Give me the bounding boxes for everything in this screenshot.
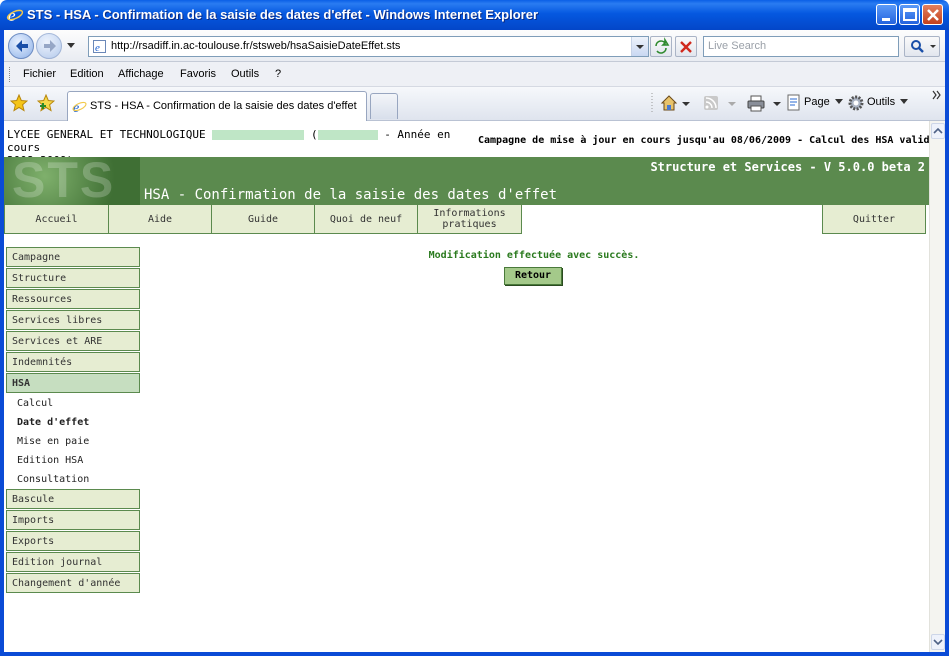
sidebar-subitem-mise-en-paie[interactable]: Mise en paie	[17, 436, 89, 447]
nav-accueil[interactable]: Accueil	[4, 205, 109, 234]
sidebar-item-services-libres[interactable]: Services libres	[6, 310, 140, 330]
sidebar-item-campagne[interactable]: Campagne	[6, 247, 140, 267]
menu-edit[interactable]: Edition	[70, 68, 104, 80]
page-icon: e	[93, 40, 106, 54]
toolbar-separator	[651, 93, 653, 113]
refresh-icon	[655, 37, 670, 54]
vertical-scrollbar[interactable]	[929, 121, 945, 652]
sidebar-item-hsa[interactable]: HSA	[6, 373, 140, 393]
page-icon[interactable]	[785, 94, 803, 112]
sidebar-item-structure[interactable]: Structure	[6, 268, 140, 288]
sidebar-subitem-consultation[interactable]: Consultation	[17, 474, 89, 485]
sidebar-item-services-et-are[interactable]: Services et ARE	[6, 331, 140, 351]
nav-quoi-de-neuf[interactable]: Quoi de neuf	[314, 205, 418, 234]
address-dropdown-button[interactable]	[631, 37, 648, 56]
school-paren: (	[310, 128, 318, 141]
chevron-up-icon	[933, 127, 943, 134]
page-viewport: LYCEE GENERAL ET TECHNOLOGIQUE ( - Année…	[4, 121, 929, 652]
window-title: STS - HSA - Confirmation de la saisie de…	[27, 7, 539, 22]
window-frame-right	[945, 30, 949, 656]
address-field[interactable]: e http://rsadiff.in.ac-toulouse.fr/stswe…	[88, 36, 649, 57]
search-button[interactable]	[904, 36, 940, 57]
close-button[interactable]	[922, 4, 943, 25]
sidebar-subitem-calcul[interactable]: Calcul	[17, 398, 53, 409]
sidebar-item-exports[interactable]: Exports	[6, 531, 140, 551]
history-dropdown-icon[interactable]	[66, 42, 76, 50]
add-favorite-icon[interactable]	[37, 94, 55, 112]
page-title: HSA - Confirmation de la saisie des date…	[144, 187, 558, 203]
tab-bar: e STS - HSA - Confirmation de la saisie …	[4, 87, 945, 121]
scroll-up-button[interactable]	[931, 123, 945, 139]
favorites-star-icon[interactable]	[10, 94, 28, 112]
header-banner: STS Structure et Services - V 5.0.0 beta…	[4, 157, 929, 205]
gear-icon[interactable]	[847, 94, 865, 112]
sts-logo-text: STS	[12, 157, 116, 205]
minimize-button[interactable]	[876, 4, 897, 25]
page-menu-chevron-icon[interactable]	[835, 99, 843, 105]
feeds-icon[interactable]	[702, 94, 738, 112]
address-url: http://rsadiff.in.ac-toulouse.fr/stsweb/…	[111, 40, 401, 52]
retour-button[interactable]: Retour	[504, 267, 562, 285]
sidebar-subitem-date-effet[interactable]: Date d'effet	[17, 417, 89, 428]
home-icon[interactable]	[660, 94, 692, 112]
window-frame-bottom	[0, 652, 949, 656]
menu-help[interactable]: ?	[275, 68, 281, 80]
campaign-status: Campagne de mise à jour en cours jusqu'a…	[478, 135, 929, 146]
address-toolbar: e http://rsadiff.in.ac-toulouse.fr/stswe…	[4, 30, 945, 62]
stop-button[interactable]	[675, 36, 697, 57]
menu-favorites[interactable]: Favoris	[180, 68, 216, 80]
redacted-school-name	[212, 130, 305, 140]
sidebar-item-imports[interactable]: Imports	[6, 510, 140, 530]
print-icon[interactable]	[747, 94, 783, 112]
nav-informations-pratiques[interactable]: Informations pratiques	[417, 205, 522, 234]
school-type: LYCEE GENERAL ET TECHNOLOGIQUE	[7, 128, 206, 141]
scroll-down-button[interactable]	[931, 634, 945, 650]
menu-tools[interactable]: Outils	[231, 68, 259, 80]
chevron-down-icon	[933, 639, 943, 646]
refresh-button[interactable]	[650, 36, 672, 57]
app-version: Structure et Services - V 5.0.0 beta 2	[650, 160, 925, 174]
nav-aide[interactable]: Aide	[108, 205, 212, 234]
page-menu-label[interactable]: Page	[804, 96, 830, 108]
new-tab-button[interactable]	[370, 93, 398, 119]
back-arrow-icon	[16, 40, 28, 52]
sidebar-item-edition-journal[interactable]: Edition journal	[6, 552, 140, 572]
sidebar-item-changement-annee[interactable]: Changement d'année	[6, 573, 140, 593]
ie-page-icon: e	[72, 101, 87, 114]
search-icon	[911, 40, 936, 53]
menu-grip	[9, 67, 11, 82]
forward-arrow-icon	[44, 40, 56, 52]
menu-file[interactable]: Fichier	[23, 68, 56, 80]
back-button[interactable]	[8, 33, 34, 59]
sidebar-item-indemnites[interactable]: Indemnités	[6, 352, 140, 372]
stop-icon	[680, 41, 692, 53]
chevron-down-icon	[636, 45, 644, 49]
menu-view[interactable]: Affichage	[118, 68, 164, 80]
forward-button[interactable]	[36, 33, 62, 59]
tools-menu-label[interactable]: Outils	[867, 96, 895, 108]
sidebar-subitem-edition-hsa[interactable]: Edition HSA	[17, 455, 83, 466]
nav-quitter[interactable]: Quitter	[822, 205, 926, 234]
redacted-uai	[317, 130, 378, 140]
svg-text:e: e	[95, 42, 100, 54]
tools-menu-chevron-icon[interactable]	[900, 99, 908, 105]
tab-title: STS - HSA - Confirmation de la saisie de…	[90, 100, 357, 112]
search-input[interactable]: Live Search	[703, 36, 899, 57]
sts-logo: STS	[4, 157, 140, 205]
nav-guide[interactable]: Guide	[211, 205, 315, 234]
svg-text:e: e	[73, 101, 79, 114]
toolbar-overflow-icon[interactable]	[932, 90, 942, 100]
sidebar-item-bascule[interactable]: Bascule	[6, 489, 140, 509]
success-message: Modification effectuée avec succès.	[428, 250, 640, 261]
top-navigation: Accueil Aide Guide Quoi de neuf Informat…	[4, 205, 929, 235]
tab-active[interactable]: e STS - HSA - Confirmation de la saisie …	[67, 91, 367, 121]
ie-logo-icon: e	[6, 6, 24, 24]
window-titlebar: e STS - HSA - Confirmation de la saisie …	[0, 0, 949, 30]
menu-bar: Fichier Edition Affichage Favoris Outils…	[4, 62, 945, 87]
maximize-button[interactable]	[899, 4, 920, 25]
sidebar-item-ressources[interactable]: Ressources	[6, 289, 140, 309]
